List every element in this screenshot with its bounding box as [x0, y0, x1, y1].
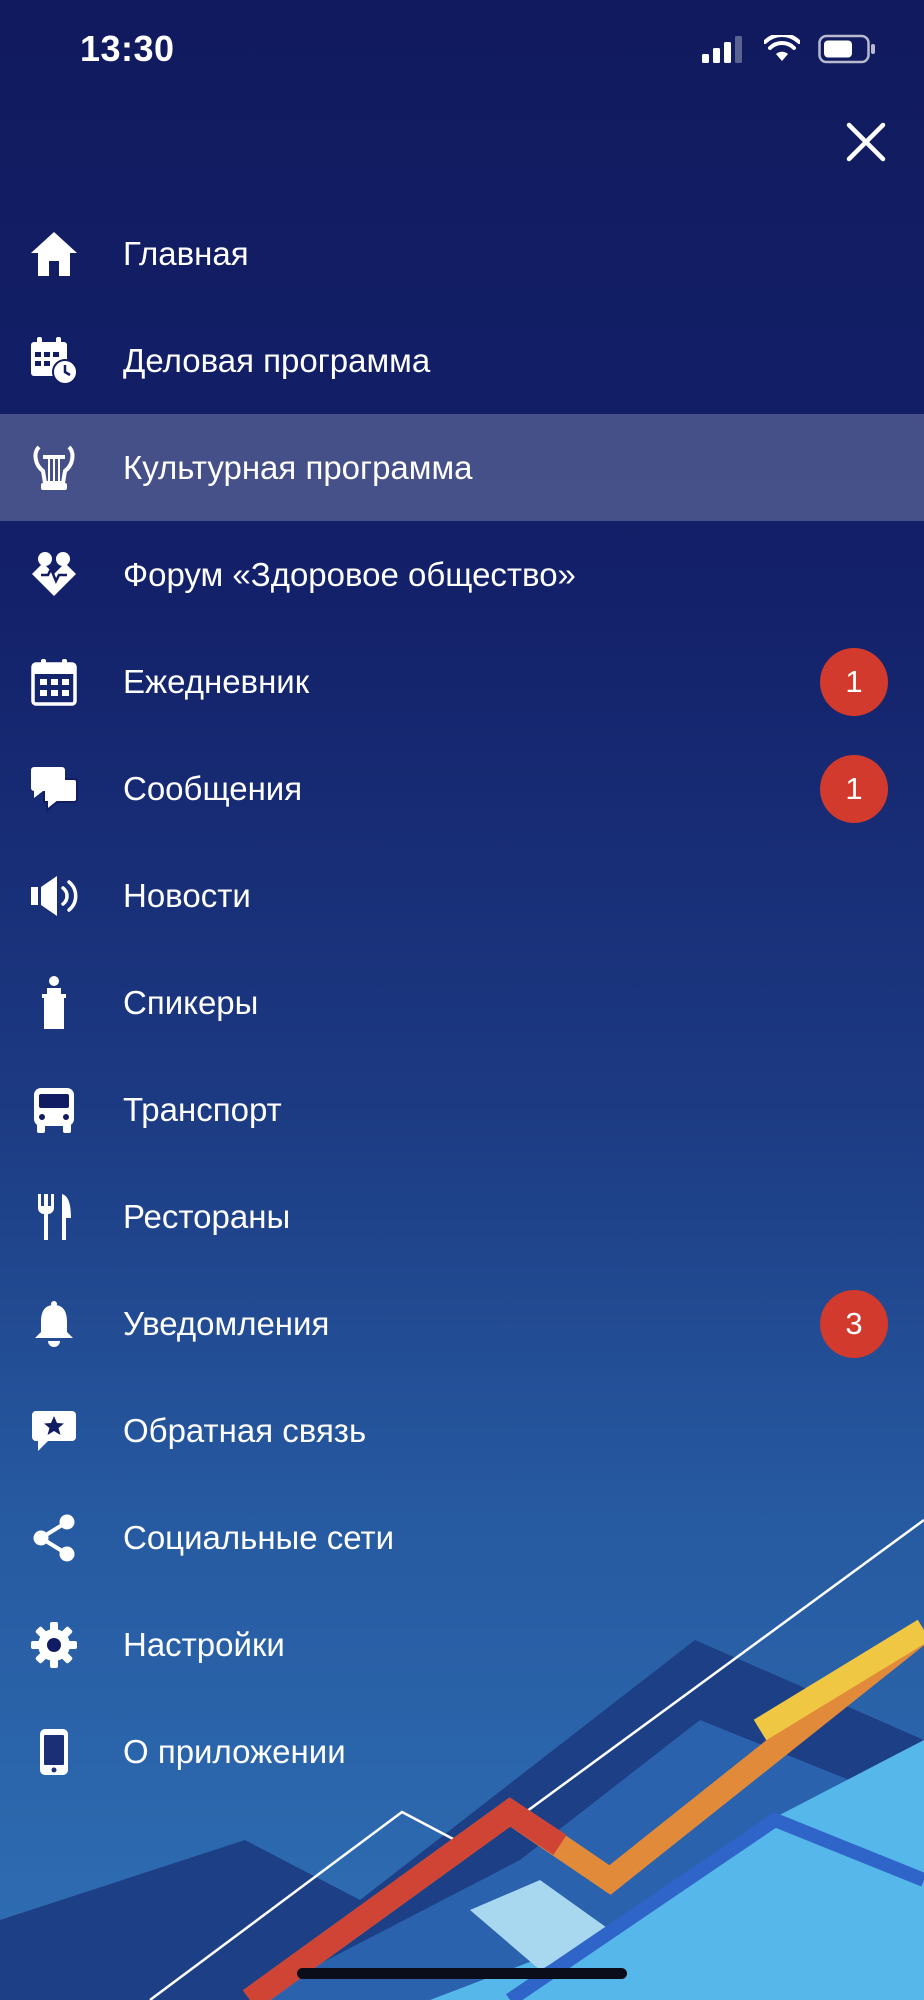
- menu-item-health-forum[interactable]: Форум «Здоровое общество»: [0, 521, 924, 628]
- gear-icon: [28, 1619, 80, 1671]
- menu-item-transport[interactable]: Транспорт: [0, 1056, 924, 1163]
- bell-icon: [28, 1298, 80, 1350]
- menu-item-label: Главная: [123, 234, 249, 272]
- close-icon: [846, 122, 886, 162]
- menu-item-notifications[interactable]: Уведомления 3: [0, 1270, 924, 1377]
- share-icon: [28, 1512, 80, 1564]
- menu-item-label: Рестораны: [123, 1197, 291, 1235]
- menu-item-label: Обратная связь: [123, 1411, 367, 1449]
- menu-item-culture-program[interactable]: Культурная программа: [0, 414, 924, 521]
- navigation-menu: Главная Деловая программа Культурная про…: [0, 200, 924, 1805]
- menu-item-label: Сообщения: [123, 769, 303, 807]
- bus-icon: [28, 1084, 80, 1136]
- close-menu-button[interactable]: [836, 112, 896, 172]
- menu-item-speakers[interactable]: Спикеры: [0, 949, 924, 1056]
- signal-icon: [702, 36, 742, 63]
- status-time: 13:30: [80, 28, 175, 69]
- menu-item-news[interactable]: Новости: [0, 842, 924, 949]
- lyre-icon: [28, 442, 80, 494]
- menu-item-label: Форум «Здоровое общество»: [123, 555, 576, 593]
- menu-item-restaurants[interactable]: Рестораны: [0, 1163, 924, 1270]
- notifications-badge: 3: [820, 1289, 888, 1358]
- home-indicator[interactable]: [297, 1968, 627, 1979]
- menu-item-about-app[interactable]: О приложении: [0, 1698, 924, 1805]
- feedback-star-icon: [28, 1405, 80, 1457]
- status-bar: 13:30: [0, 0, 924, 100]
- menu-item-home[interactable]: Главная: [0, 200, 924, 307]
- menu-item-messages[interactable]: Сообщения 1: [0, 735, 924, 842]
- menu-item-feedback[interactable]: Обратная связь: [0, 1377, 924, 1484]
- menu-item-label: Уведомления: [123, 1304, 330, 1342]
- calendar-grid-icon: [28, 656, 80, 708]
- menu-item-label: Социальные сети: [123, 1518, 395, 1556]
- menu-item-label: Настройки: [123, 1625, 285, 1663]
- phone-icon: [28, 1726, 80, 1778]
- planner-badge: 1: [820, 647, 888, 716]
- health-heart-icon: [28, 549, 80, 601]
- menu-item-label: Новости: [123, 876, 251, 914]
- menu-item-settings[interactable]: Настройки: [0, 1591, 924, 1698]
- menu-item-label: Транспорт: [123, 1090, 282, 1128]
- chat-bubbles-icon: [28, 763, 80, 815]
- menu-item-label: Деловая программа: [123, 341, 431, 379]
- menu-item-label: Культурная программа: [123, 448, 473, 486]
- menu-item-social-networks[interactable]: Социальные сети: [0, 1484, 924, 1591]
- menu-item-label: Ежедневник: [123, 662, 310, 700]
- speaker-podium-icon: [28, 975, 80, 1029]
- messages-badge: 1: [820, 754, 888, 823]
- menu-item-business-program[interactable]: Деловая программа: [0, 307, 924, 414]
- menu-item-label: О приложении: [123, 1732, 346, 1770]
- menu-item-label: Спикеры: [123, 983, 259, 1021]
- home-icon: [28, 228, 80, 280]
- wifi-icon: [764, 35, 800, 61]
- status-icons: [702, 34, 876, 64]
- fork-knife-icon: [28, 1191, 80, 1243]
- battery-icon: [818, 34, 875, 64]
- megaphone-icon: [28, 870, 80, 922]
- calendar-clock-icon: [28, 335, 80, 387]
- menu-item-planner[interactable]: Ежедневник 1: [0, 628, 924, 735]
